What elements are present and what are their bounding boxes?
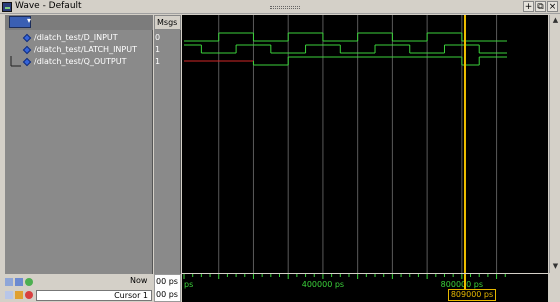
ruler-label: ps [184, 280, 193, 289]
signal-row-q-output[interactable]: /dlatch_test/Q_OUTPUT [5, 56, 153, 68]
waveform-plot [184, 15, 507, 273]
scroll-up-icon[interactable]: ▲ [551, 16, 560, 25]
signal-value: 1 [155, 45, 161, 54]
cursor-row-icons [5, 289, 39, 301]
vertical-scrollbar[interactable]: ▲ ▼ [549, 15, 560, 273]
cursor-time-badge[interactable]: 809000 ps [448, 289, 496, 301]
edit-icon[interactable] [5, 278, 13, 286]
status-labels-pane: Now Cursor 1 [0, 274, 153, 302]
signal-value: 1 [155, 57, 161, 66]
msgs-values-pane: 0 1 1 [154, 30, 181, 274]
dock-button[interactable]: + [523, 1, 534, 12]
pencil-icon[interactable] [15, 291, 23, 299]
cursor-name-field[interactable]: Cursor 1 [36, 290, 152, 301]
undock-button[interactable]: ⧉ [535, 1, 546, 12]
msgs-column-header: Msgs [154, 15, 181, 30]
now-row-icons [5, 276, 39, 288]
now-value: 00 ps [156, 277, 178, 286]
signal-name: /dlatch_test/D_INPUT [34, 33, 118, 42]
cursor-offset-value: 00 ps [156, 290, 178, 299]
names-pane-header [5, 15, 153, 30]
now-label: Now [130, 276, 148, 285]
scroll-down-icon[interactable]: ▼ [551, 262, 560, 271]
tree-connector-icon [10, 56, 21, 67]
titlebar-drag-grip[interactable] [270, 6, 300, 9]
signal-diamond-icon [22, 57, 32, 67]
cursor-label-strip: 809000 ps [182, 289, 548, 302]
signal-group-menu-icon[interactable] [9, 16, 31, 28]
signal-diamond-icon [22, 33, 32, 43]
signal-row-latch-input[interactable]: /dlatch_test/LATCH_INPUT [5, 44, 153, 56]
time-ruler-plot: ps 400000 ps 800000 ps [183, 274, 506, 289]
add-icon[interactable] [25, 278, 33, 286]
signal-diamond-icon [22, 45, 32, 55]
signal-row-d-input[interactable]: /dlatch_test/D_INPUT [5, 32, 153, 44]
window-title: Wave - Default [15, 1, 82, 11]
signal-names-pane: /dlatch_test/D_INPUT /dlatch_test/LATCH_… [5, 30, 153, 274]
waveform-canvas[interactable] [182, 15, 548, 273]
signal-value: 0 [155, 33, 161, 42]
ruler-label: 800000 ps [441, 280, 483, 289]
status-values-pane: 00 ps 00 ps [154, 274, 181, 302]
view-icon[interactable] [15, 278, 23, 286]
signal-name: /dlatch_test/Q_OUTPUT [34, 57, 127, 66]
delete-cursor-icon[interactable] [25, 291, 33, 299]
time-ruler[interactable]: ps 400000 ps 800000 ps [182, 274, 548, 289]
close-button[interactable]: × [547, 1, 558, 12]
ruler-label: 400000 ps [302, 280, 344, 289]
wave-window-icon [2, 2, 12, 12]
lock-icon[interactable] [5, 291, 13, 299]
signal-name: /dlatch_test/LATCH_INPUT [34, 45, 137, 54]
window-titlebar: Wave - Default + ⧉ × [0, 0, 560, 14]
